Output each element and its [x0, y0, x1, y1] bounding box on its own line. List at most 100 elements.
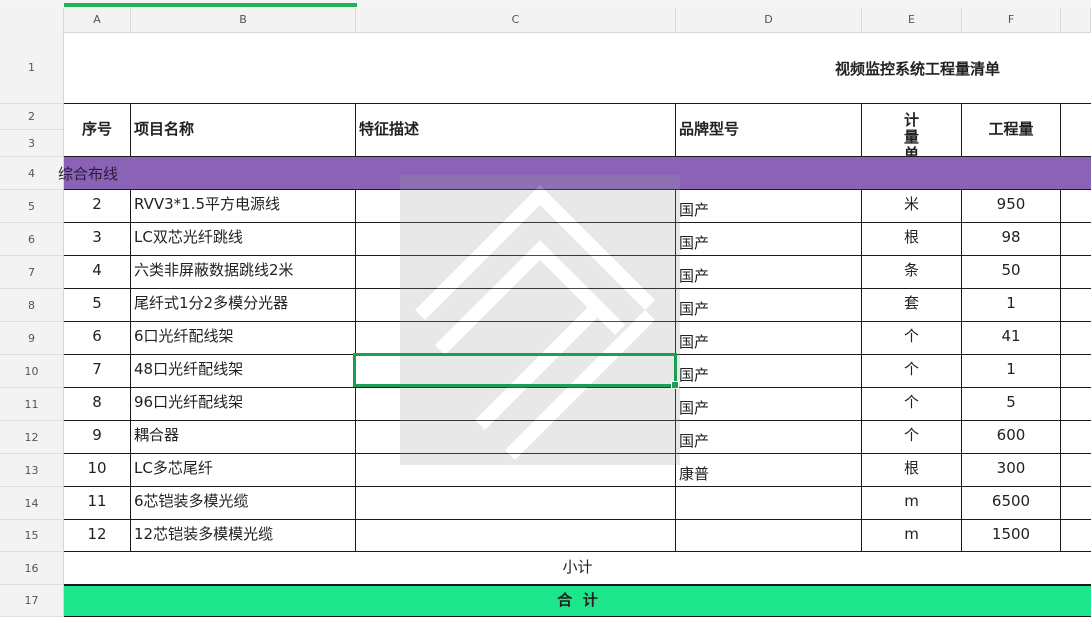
column-header-e[interactable]: E: [862, 8, 962, 32]
cell-seq[interactable]: 3: [64, 223, 131, 256]
row-header[interactable]: 8: [0, 289, 64, 322]
row-header[interactable]: 10: [0, 355, 64, 388]
cell-seq[interactable]: 2: [64, 190, 131, 223]
cell-unit[interactable]: 个: [862, 322, 962, 355]
cell-selection-highlight[interactable]: [353, 353, 679, 389]
header-desc[interactable]: 特征描述: [356, 104, 676, 157]
cell-seq[interactable]: 12: [64, 520, 131, 552]
cell-seq[interactable]: 11: [64, 487, 131, 520]
cell-unit[interactable]: 根: [862, 223, 962, 256]
cell-qty[interactable]: 1: [962, 355, 1061, 388]
column-header-a[interactable]: A: [64, 8, 131, 32]
cell-name[interactable]: LC双芯光纤跳线: [131, 223, 356, 256]
cell-desc[interactable]: [356, 454, 676, 487]
header-extra[interactable]: [1061, 104, 1091, 157]
row-header[interactable]: 9: [0, 322, 64, 355]
cell-name[interactable]: 六类非屏蔽数据跳线2米: [131, 256, 356, 289]
cell-unit[interactable]: 个: [862, 355, 962, 388]
cell-desc[interactable]: [356, 322, 676, 355]
cell-seq[interactable]: 4: [64, 256, 131, 289]
column-header-b[interactable]: B: [131, 8, 356, 32]
cell-name[interactable]: 耦合器: [131, 421, 356, 454]
row-header[interactable]: 15: [0, 520, 64, 552]
cell-brand[interactable]: 国产: [676, 256, 862, 289]
cell-name[interactable]: 尾纤式1分2多模分光器: [131, 289, 356, 322]
subtotal-row[interactable]: 小计: [64, 552, 1091, 585]
cell-qty[interactable]: 300: [962, 454, 1061, 487]
cell-name[interactable]: 48口光纤配线架: [131, 355, 356, 388]
cell-desc[interactable]: [356, 388, 676, 421]
cell-qty[interactable]: 41: [962, 322, 1061, 355]
column-header-d[interactable]: D: [676, 8, 862, 32]
cell-name[interactable]: 6口光纤配线架: [131, 322, 356, 355]
cell-brand[interactable]: [676, 487, 862, 520]
cell-desc[interactable]: [356, 520, 676, 552]
cell-unit[interactable]: 个: [862, 421, 962, 454]
cell-qty[interactable]: 5: [962, 388, 1061, 421]
cell-extra[interactable]: [1061, 421, 1091, 454]
fill-handle[interactable]: [671, 381, 679, 389]
cell-desc[interactable]: [356, 190, 676, 223]
cell-desc[interactable]: [356, 421, 676, 454]
cell-brand[interactable]: 国产: [676, 322, 862, 355]
cell-brand[interactable]: [676, 520, 862, 552]
cell-extra[interactable]: [1061, 289, 1091, 322]
cell-name[interactable]: 96口光纤配线架: [131, 388, 356, 421]
row-header[interactable]: 11: [0, 388, 64, 421]
cell-desc[interactable]: [356, 223, 676, 256]
row-header[interactable]: 13: [0, 454, 64, 487]
cell-brand[interactable]: 康普: [676, 454, 862, 487]
cell-unit[interactable]: m: [862, 520, 962, 552]
cell-qty[interactable]: 600: [962, 421, 1061, 454]
header-name[interactable]: 项目名称: [131, 104, 356, 157]
cell-unit[interactable]: 米: [862, 190, 962, 223]
header-unit[interactable]: 计量单位: [862, 104, 962, 157]
cell-extra[interactable]: [1061, 322, 1091, 355]
cell-brand[interactable]: 国产: [676, 355, 862, 388]
row-header[interactable]: 5: [0, 190, 64, 223]
select-all-corner[interactable]: [0, 8, 64, 32]
cell-brand[interactable]: 国产: [676, 190, 862, 223]
total-row[interactable]: 合 计: [64, 585, 1091, 617]
cell-desc[interactable]: [356, 256, 676, 289]
cell-name[interactable]: LC多芯尾纤: [131, 454, 356, 487]
header-seq[interactable]: 序号: [64, 104, 131, 157]
cell-brand[interactable]: 国产: [676, 289, 862, 322]
cell-extra[interactable]: [1061, 454, 1091, 487]
cell-unit[interactable]: 套: [862, 289, 962, 322]
cell-name[interactable]: 6芯铠装多模光缆: [131, 487, 356, 520]
cell-brand[interactable]: 国产: [676, 421, 862, 454]
cell-extra[interactable]: [1061, 388, 1091, 421]
cell-extra[interactable]: [1061, 223, 1091, 256]
row-header[interactable]: 7: [0, 256, 64, 289]
cell-seq[interactable]: 5: [64, 289, 131, 322]
cell-extra[interactable]: [1061, 355, 1091, 388]
cell-seq[interactable]: 10: [64, 454, 131, 487]
section-band[interactable]: 综合布线: [58, 157, 1091, 190]
cell-name[interactable]: RVV3*1.5平方电源线: [131, 190, 356, 223]
column-header-g[interactable]: [1061, 8, 1091, 32]
cell-seq[interactable]: 8: [64, 388, 131, 421]
cell-qty[interactable]: 1: [962, 289, 1061, 322]
cell-brand[interactable]: 国产: [676, 388, 862, 421]
cell-unit[interactable]: 个: [862, 388, 962, 421]
row-header[interactable]: 1: [0, 32, 64, 104]
sheet-title[interactable]: 视频监控系统工程量清单: [835, 58, 1000, 79]
cell-seq[interactable]: 6: [64, 322, 131, 355]
cell-qty[interactable]: 1500: [962, 520, 1061, 552]
cell-desc[interactable]: [356, 289, 676, 322]
cell-name[interactable]: 12芯铠装多模模光缆: [131, 520, 356, 552]
cell-extra[interactable]: [1061, 487, 1091, 520]
row-header[interactable]: 17: [0, 585, 64, 617]
row-header[interactable]: 4: [0, 157, 64, 190]
cell-qty[interactable]: 950: [962, 190, 1061, 223]
cell-extra[interactable]: [1061, 520, 1091, 552]
row-header[interactable]: 12: [0, 421, 64, 454]
column-header-f[interactable]: F: [962, 8, 1061, 32]
cell-brand[interactable]: 国产: [676, 223, 862, 256]
cell-desc[interactable]: [356, 487, 676, 520]
cell-extra[interactable]: [1061, 190, 1091, 223]
cell-qty[interactable]: 50: [962, 256, 1061, 289]
row-header[interactable]: 16: [0, 552, 64, 585]
cell-unit[interactable]: 根: [862, 454, 962, 487]
